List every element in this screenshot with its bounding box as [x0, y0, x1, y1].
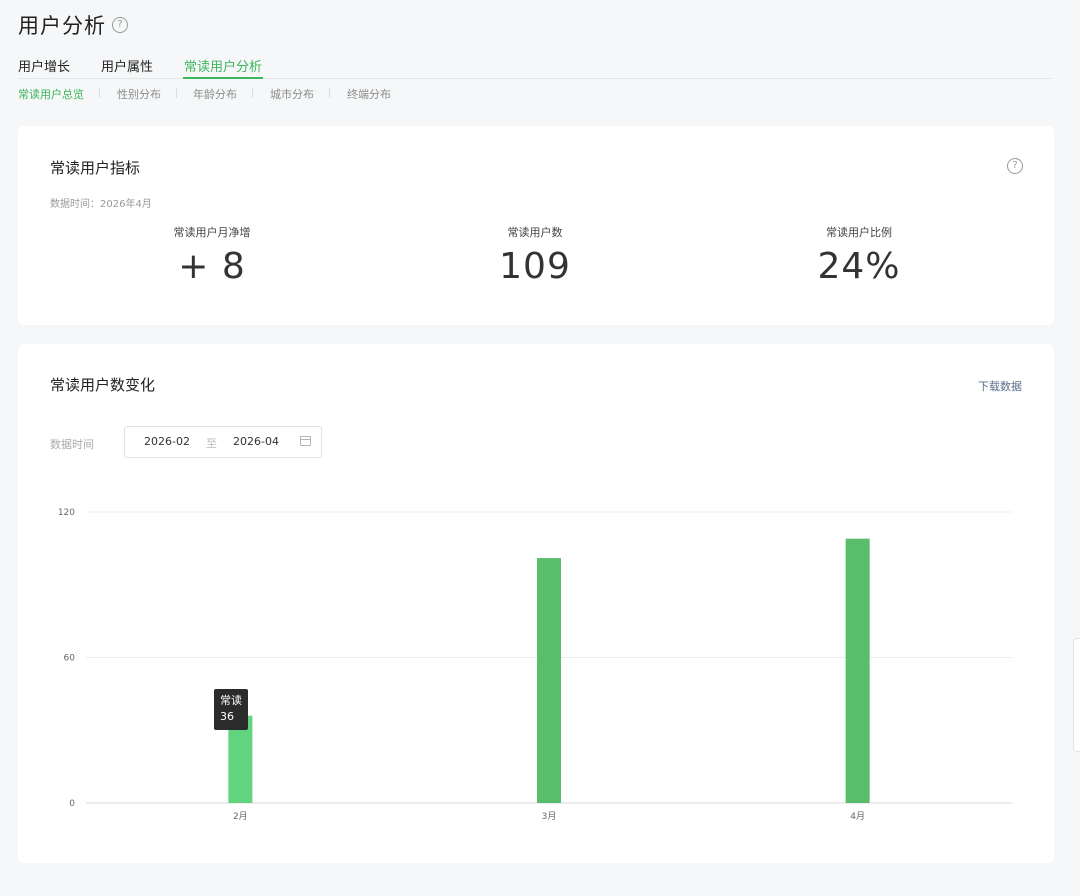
sub-divider: [99, 88, 100, 98]
page-header: 用户分析 ?: [18, 10, 128, 40]
sub-divider: [329, 88, 330, 98]
tab-frequent-reader-analysis[interactable]: 常读用户分析: [182, 56, 264, 79]
sub-divider: [176, 88, 177, 98]
metric-label: 常读用户月净增: [173, 226, 251, 239]
subtab-gender[interactable]: 性别分布: [117, 86, 161, 102]
metrics-card: 常读用户指标 ? 数据时间：2026年4月 常读用户月净增 + 8 常读用户数 …: [18, 126, 1054, 325]
metric-frequent-users: 常读用户数 109: [425, 224, 645, 287]
page-title: 用户分析: [18, 14, 106, 38]
question-circle-icon[interactable]: ?: [112, 17, 128, 33]
subtab-age[interactable]: 年龄分布: [193, 86, 237, 102]
data-time-label: 数据时间：2026年4月: [50, 199, 152, 210]
tab-user-attributes[interactable]: 用户属性: [101, 56, 153, 75]
chart-tooltip: 常读 36: [214, 689, 248, 730]
x-tick-label: 3月: [542, 811, 557, 822]
metric-value: 109: [499, 246, 571, 287]
tooltip-series-name: 常读: [220, 694, 242, 707]
metrics-card-title: 常读用户指标: [50, 159, 141, 177]
y-tick-label: 60: [64, 654, 76, 664]
trend-card: 常读用户数变化 下载数据 数据时间 2026-02 至 2026-04 0 60 1…: [18, 344, 1054, 863]
main-tabs: 用户增长 用户属性 常读用户分析: [18, 54, 1052, 79]
metric-label: 常读用户比例: [826, 226, 892, 239]
y-tick-label: 0: [69, 799, 75, 809]
metric-value: 24%: [817, 246, 901, 287]
question-circle-icon[interactable]: ?: [1007, 158, 1023, 174]
y-tick-label: 120: [58, 508, 75, 518]
metric-value: + 8: [178, 246, 246, 287]
sub-divider: [252, 88, 253, 98]
metric-frequent-ratio: 常读用户比例 24%: [749, 224, 969, 287]
frequent-users-bar-chart: 0 60 120 2月 3月 4月: [58, 508, 1012, 822]
x-tick-label: 2月: [233, 811, 248, 822]
x-tick-label: 4月: [850, 811, 865, 822]
metric-net-increase: 常读用户月净增 + 8: [102, 224, 322, 287]
chart-bar: [845, 538, 870, 803]
tooltip-value: 36: [220, 710, 234, 723]
side-panel-handle[interactable]: [1073, 638, 1080, 752]
tab-user-growth[interactable]: 用户增长: [18, 56, 70, 75]
metric-label: 常读用户数: [507, 226, 563, 239]
subtab-terminal[interactable]: 终端分布: [347, 86, 391, 102]
subtab-city[interactable]: 城市分布: [270, 86, 314, 102]
subtab-frequent-overview[interactable]: 常读用户总览: [18, 86, 84, 102]
chart-bar: [537, 558, 561, 803]
